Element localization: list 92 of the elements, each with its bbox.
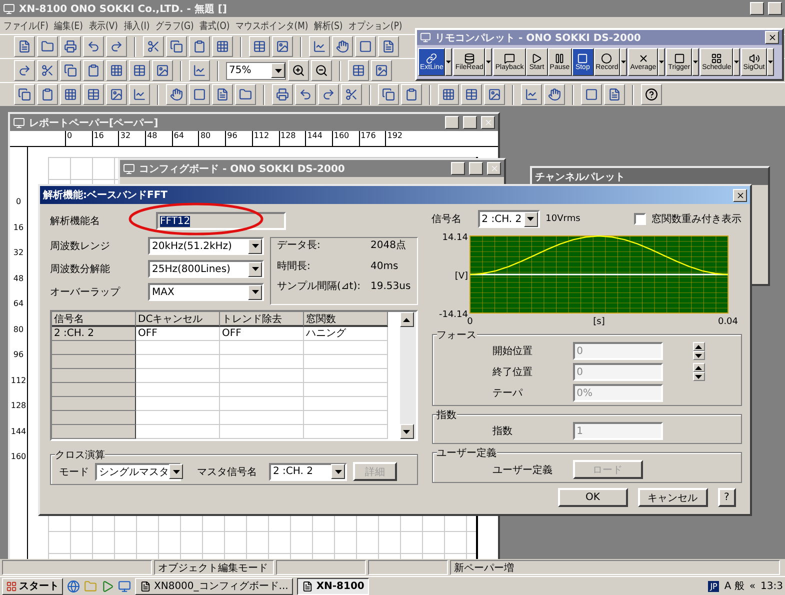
ruler-label: 48: [145, 131, 172, 146]
zoom-combo[interactable]: 75%: [226, 62, 286, 80]
checkbox-label: 窓関数重み付き表示: [652, 212, 742, 226]
axis-tick-label: -14.14: [438, 310, 468, 320]
ruler-label: 176: [358, 131, 386, 146]
ruler-label: 80: [13, 324, 24, 334]
ruler-label: 112: [252, 131, 278, 146]
status-text: オブジェクト編集モード: [154, 560, 274, 575]
field-label: テーパ: [492, 387, 524, 400]
field-label: 指数: [492, 424, 514, 438]
ruler-label: 192: [385, 131, 412, 146]
menu-item[interactable]: 挿入(I): [124, 18, 150, 32]
taskbar-button[interactable]: XN8000_コンフィグボード...: [135, 578, 294, 594]
ruler-label: 0: [16, 197, 22, 206]
field-label: 周波数レンジ: [50, 240, 111, 253]
dropdown-field[interactable]: 25Hz(800Lines): [148, 260, 264, 278]
help-button[interactable]: ?: [718, 488, 736, 507]
table-cell: OFF: [136, 327, 220, 341]
ruler-label: 96: [225, 131, 252, 146]
taskbar-button[interactable]: XN-8100: [297, 578, 370, 594]
ruler-label: 96: [13, 350, 24, 359]
unit-label: 10Vrms: [546, 214, 580, 224]
ruler-label: 160: [332, 131, 359, 146]
ruler-label: 144: [305, 131, 332, 146]
ruler-label: 0: [65, 131, 92, 146]
ruler-label: 144: [10, 426, 26, 436]
dialog-button[interactable]: キャンセル: [638, 488, 708, 507]
field-label: 解析機能名: [50, 214, 101, 228]
ruler-label: 32: [118, 131, 146, 146]
menu-item[interactable]: グラフ(G): [156, 18, 194, 32]
start-button[interactable]: スタート: [2, 578, 63, 594]
dropdown-field[interactable]: 20kHz(51.2kHz): [148, 237, 264, 255]
menu-item[interactable]: オプション(P): [348, 18, 402, 32]
ruler-label: 128: [10, 401, 26, 410]
dialog-title: 解析機能:ベースバンドFFT: [43, 188, 168, 202]
ruler-label: 112: [10, 376, 26, 384]
menu-item[interactable]: 編集(E): [54, 18, 83, 32]
window-title: レポートペーパー[ペーパー]: [29, 116, 160, 130]
window-title: コンフィグボード - ONO SOKKI DS-2000: [139, 162, 346, 176]
ruler-label: 32: [13, 248, 24, 257]
clock: 13:3: [760, 580, 783, 592]
field-label: 終了位置: [492, 366, 534, 379]
menu-item[interactable]: 表示(V): [88, 18, 118, 32]
menu-item[interactable]: 書式(O): [200, 18, 230, 32]
field-label: オーバーラップ: [50, 286, 122, 299]
info-panel: データ長: 2048点 時間長: 40ms サンプル間隔(⊿t): 19.53us: [270, 237, 418, 305]
ruler-label: 160: [10, 452, 26, 461]
column-header: 窓関数: [304, 312, 388, 327]
group-title: フォース: [436, 328, 477, 342]
field-label: 周波数分解能: [50, 262, 111, 276]
status-text: 新ペーパー増: [450, 560, 780, 575]
column-header: 信号名: [52, 312, 136, 327]
field-label: 開始位置: [492, 344, 534, 358]
field-label: モード: [59, 466, 89, 478]
field-label: マスタ信号名: [197, 466, 257, 478]
ruler-label: 80: [198, 131, 226, 146]
ruler-label: 48: [13, 274, 24, 282]
mode-dropdown[interactable]: シングルマスタ: [95, 462, 181, 480]
field-label: 信号名: [432, 213, 462, 226]
table-cell: 2 :CH. 2: [52, 327, 136, 341]
ruler-label: 128: [278, 131, 306, 146]
axis-tick-label: 0: [466, 317, 473, 327]
ime-indicator[interactable]: JP: [708, 580, 720, 592]
column-header: DCキャンセル: [136, 312, 220, 327]
group-title: 指数: [436, 408, 457, 422]
axis-label: [s]: [592, 317, 605, 327]
window-title: チャンネルパレット: [535, 170, 626, 184]
ruler-label: 64: [13, 299, 24, 308]
table-cell: ハニング: [304, 327, 388, 341]
group-title: クロス演算: [55, 448, 105, 462]
column-header: トレンド除去: [220, 312, 304, 327]
master-dropdown[interactable]: 2 :CH. 2: [269, 462, 347, 480]
axis-tick-label: 14.14: [442, 233, 468, 243]
app-title-bar: XN-8100 ONO SOKKI Co.,LTD. - 無題 []: [0, 0, 785, 17]
window-title: リモコンパレット - ONO SOKKI DS-2000: [435, 32, 642, 44]
axis-tick-label: 0.04: [718, 317, 738, 327]
table-cell: OFF: [220, 327, 304, 341]
dropdown-field[interactable]: MAX: [148, 283, 264, 301]
ime-mode[interactable]: A 般: [724, 579, 744, 593]
menu-item[interactable]: マウスポインタ(M): [236, 18, 308, 32]
menu-item[interactable]: ファイル(F): [3, 18, 48, 32]
ruler-label: 16: [92, 131, 118, 146]
name-field[interactable]: FFT12: [156, 212, 286, 230]
axis-label: [V]: [454, 272, 468, 282]
signal-dropdown[interactable]: 2 :CH. 2: [478, 210, 540, 228]
dialog-button[interactable]: OK: [558, 488, 628, 507]
tray-expand[interactable]: «: [749, 580, 756, 592]
ruler-label: 16: [13, 222, 24, 232]
menu-item[interactable]: 解析(S): [314, 18, 343, 32]
group-title: ユーザー定義: [436, 446, 497, 460]
ruler-label: 64: [172, 131, 198, 146]
field-label: ユーザー定義: [492, 464, 553, 476]
